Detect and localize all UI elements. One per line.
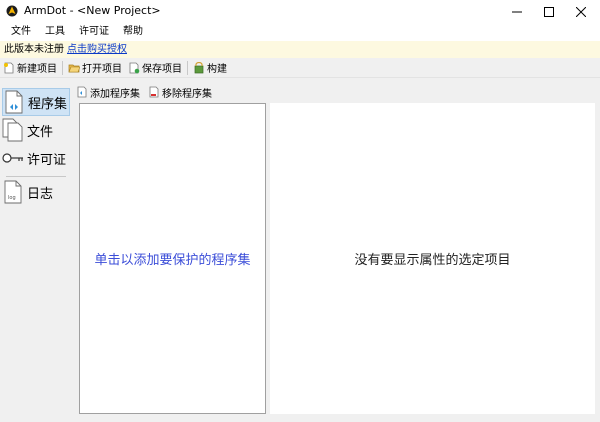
save-icon (129, 62, 140, 73)
assembly-list-panel[interactable]: 单击以添加要保护的程序集 (79, 103, 266, 414)
remove-assembly-icon (149, 86, 159, 98)
nav-item-files[interactable]: 文件 (2, 116, 70, 144)
assembly-toolbar: 添加程序集 移除程序集 (76, 84, 596, 100)
toolbar-separator (62, 60, 63, 75)
save-project-label: 保存项目 (142, 64, 182, 75)
minimize-icon (512, 11, 522, 12)
files-icon (2, 118, 24, 142)
open-project-button[interactable]: 打开项目 (65, 59, 125, 77)
open-project-label: 打开项目 (82, 64, 122, 75)
remove-assembly-button[interactable]: 移除程序集 (148, 85, 212, 100)
menu-bar: 文件 工具 许可证 帮助 (0, 23, 600, 41)
add-assembly-icon (77, 86, 87, 98)
menu-file[interactable]: 文件 (0, 23, 38, 41)
build-icon (194, 61, 204, 73)
nav-item-log[interactable]: log 日志 (2, 178, 70, 206)
properties-panel: 没有要显示属性的选定项目 (270, 103, 595, 414)
maximize-icon (544, 6, 554, 17)
no-selection-message: 没有要显示属性的选定项目 (354, 253, 511, 268)
menu-help[interactable]: 帮助 (116, 23, 150, 41)
window-title: ArmDot - <New Project> (24, 4, 161, 17)
nav-item-assemblies[interactable]: 程序集 (2, 88, 70, 116)
key-icon (2, 146, 24, 170)
close-icon (576, 6, 586, 17)
armdot-logo-icon (6, 5, 18, 17)
notice-text: 此版本未注册 (4, 44, 64, 55)
menu-tools[interactable]: 工具 (38, 23, 72, 41)
close-button[interactable] (558, 0, 600, 23)
log-icon-text: log (8, 195, 16, 201)
main-toolbar: 新建项目 打开项目 保存项目 构建 (0, 58, 600, 78)
new-project-button[interactable]: 新建项目 (0, 59, 60, 77)
add-assembly-button[interactable]: 添加程序集 (76, 85, 140, 100)
new-project-icon (4, 62, 14, 73)
buy-license-link[interactable]: 点击购买授权 (67, 44, 127, 55)
log-icon: log (2, 180, 24, 204)
nav-item-licenses[interactable]: 许可证 (2, 144, 70, 172)
open-folder-icon (68, 64, 80, 72)
add-assembly-label: 添加程序集 (90, 88, 140, 100)
unregistered-notice: 此版本未注册 点击购买授权 (0, 41, 600, 58)
app-window: ArmDot - <New Project> 文件 工具 许可证 帮助 此版本未… (0, 0, 600, 422)
build-label: 构建 (207, 64, 227, 75)
add-assembly-hint[interactable]: 单击以添加要保护的程序集 (80, 104, 265, 413)
assembly-icon (3, 90, 25, 114)
save-project-button[interactable]: 保存项目 (125, 59, 185, 77)
title-bar[interactable]: ArmDot - <New Project> (0, 0, 600, 23)
menu-license[interactable]: 许可证 (72, 23, 116, 41)
nav-label-log: 日志 (27, 186, 54, 202)
nav-label-assemblies: 程序集 (28, 96, 68, 112)
nav-separator (6, 176, 66, 177)
remove-assembly-label: 移除程序集 (162, 88, 212, 100)
left-navigation: 程序集 文件 许可证 log 日志 (0, 86, 72, 422)
nav-label-files: 文件 (27, 124, 54, 140)
toolbar-separator (187, 60, 188, 75)
nav-label-licenses: 许可证 (27, 152, 67, 168)
new-project-label: 新建项目 (17, 64, 57, 75)
build-button[interactable]: 构建 (190, 59, 230, 77)
